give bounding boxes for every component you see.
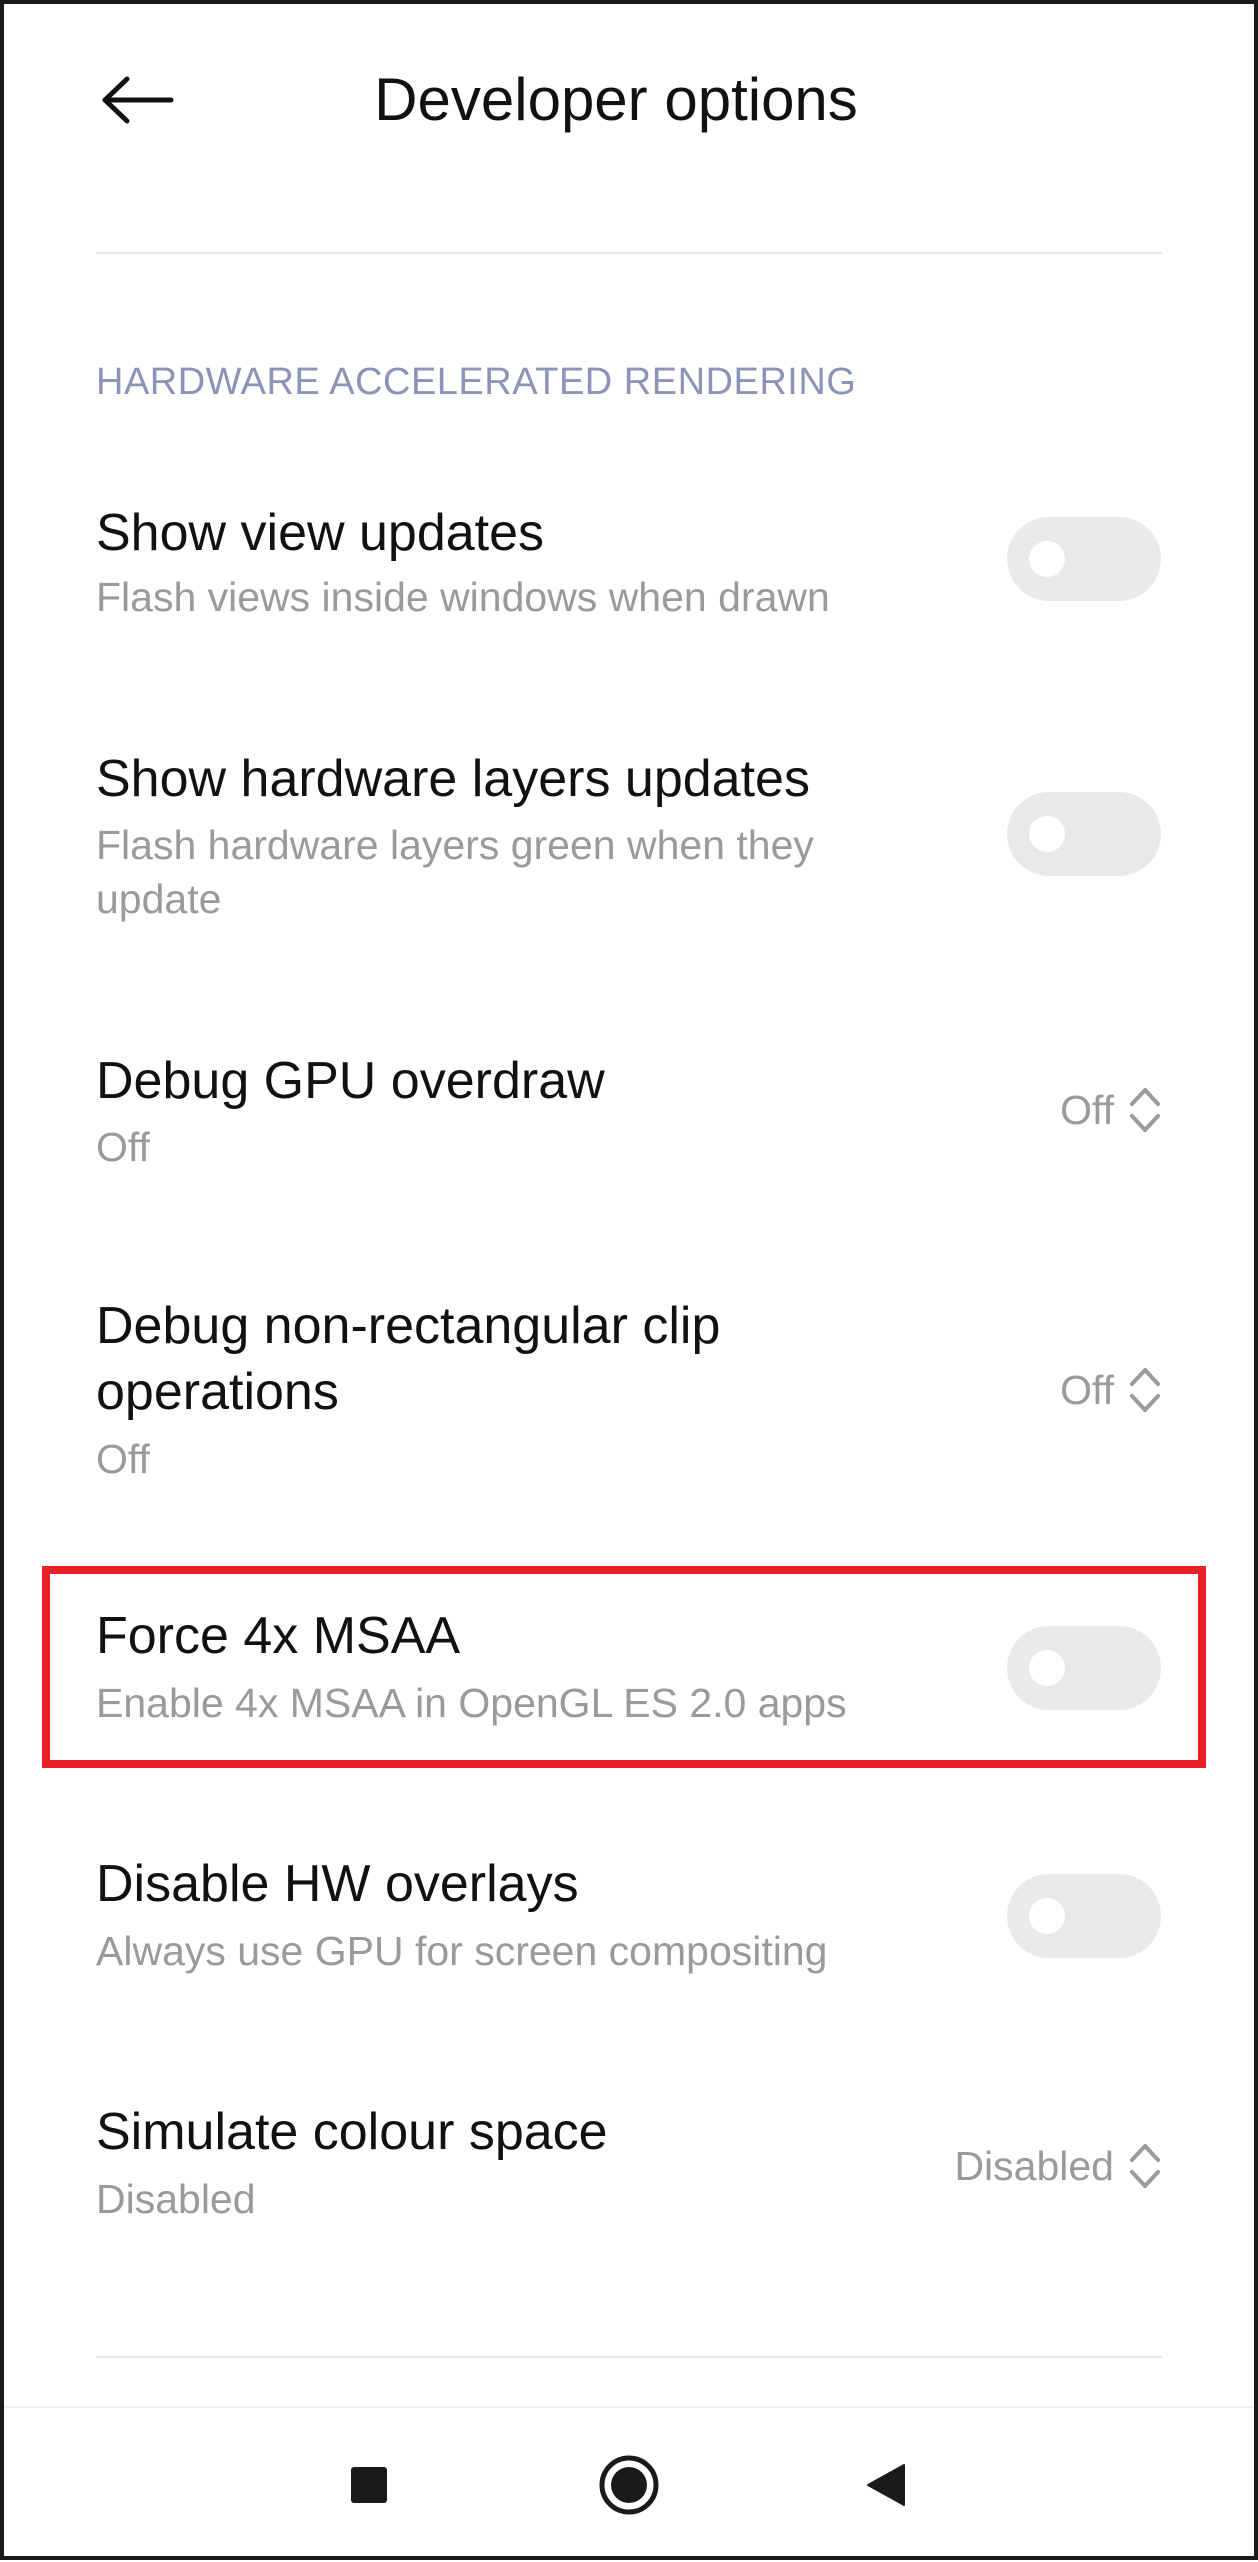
setting-debug-gpu-overdraw[interactable]: Debug GPU overdraw Off Off	[0, 1040, 1258, 1200]
back-triangle-icon	[867, 2464, 905, 2506]
system-navigation-bar	[0, 2406, 1258, 2562]
setting-disable-hw-overlays[interactable]: Disable HW overlays Always use GPU for s…	[0, 1846, 1258, 1996]
setting-title: Debug GPU overdraw	[96, 1052, 605, 1110]
home-circle-icon	[599, 2455, 659, 2515]
show-view-updates-toggle[interactable]	[1007, 517, 1161, 601]
nav-back-button[interactable]	[852, 2450, 922, 2520]
recents-square-icon	[351, 2467, 387, 2503]
setting-summary: Enable 4x MSAA in OpenGL ES 2.0 apps	[96, 1680, 847, 1726]
setting-title: Simulate colour space	[96, 2103, 608, 2161]
setting-show-hardware-layers-updates[interactable]: Show hardware layers updates Flash hardw…	[0, 738, 1258, 938]
chevron-up-down-icon	[1130, 1368, 1160, 1412]
setting-show-view-updates[interactable]: Show view updates Flash views inside win…	[0, 490, 1258, 640]
setting-simulate-colour-space[interactable]: Simulate colour space Disabled Disabled	[0, 2094, 1258, 2254]
debug-gpu-overdraw-dropdown[interactable]: Off	[1060, 1078, 1162, 1142]
dropdown-value: Disabled	[954, 2143, 1114, 2189]
setting-summary: Off	[96, 1124, 150, 1170]
chevron-up-down-icon	[1130, 2144, 1160, 2188]
debug-clip-operations-dropdown[interactable]: Off	[1060, 1358, 1162, 1422]
section-header: HARDWARE ACCELERATED RENDERING	[96, 361, 857, 403]
recents-button[interactable]	[334, 2450, 404, 2520]
toggle-knob	[1029, 1650, 1065, 1686]
app-bar: Developer options	[0, 0, 1258, 200]
dropdown-value: Off	[1060, 1087, 1114, 1133]
setting-summary: Flash views inside windows when drawn	[96, 574, 830, 620]
simulate-colour-space-dropdown[interactable]: Disabled	[954, 2134, 1162, 2198]
setting-title: Debug non-rectangular clip operations	[96, 1297, 721, 1421]
force-4x-msaa-toggle[interactable]	[1007, 1626, 1161, 1710]
toggle-knob	[1029, 1898, 1065, 1934]
setting-summary: Off	[96, 1436, 150, 1482]
toggle-knob	[1029, 541, 1065, 577]
setting-title: Force 4x MSAA	[96, 1607, 461, 1665]
setting-title: Show view updates	[96, 504, 545, 562]
toggle-knob	[1029, 816, 1065, 852]
setting-title: Show hardware layers updates	[96, 750, 810, 808]
setting-debug-non-rectangular-clip[interactable]: Debug non-rectangular clip operations Of…	[0, 1288, 1258, 1518]
page-title: Developer options	[374, 66, 858, 133]
list-bottom-divider	[96, 2356, 1162, 2358]
setting-summary: Flash hardware layers green when they up…	[96, 822, 814, 922]
setting-summary: Disabled	[96, 2176, 256, 2222]
show-hardware-layers-toggle[interactable]	[1007, 792, 1161, 876]
setting-title: Disable HW overlays	[96, 1855, 579, 1913]
disable-hw-overlays-toggle[interactable]	[1007, 1874, 1161, 1958]
setting-force-4x-msaa[interactable]: Force 4x MSAA Enable 4x MSAA in OpenGL E…	[0, 1598, 1258, 1748]
setting-summary: Always use GPU for screen compositing	[96, 1928, 828, 1974]
home-button[interactable]	[594, 2450, 664, 2520]
chevron-up-down-icon	[1130, 1088, 1160, 1132]
dropdown-value: Off	[1060, 1367, 1114, 1413]
header-divider	[96, 252, 1162, 254]
